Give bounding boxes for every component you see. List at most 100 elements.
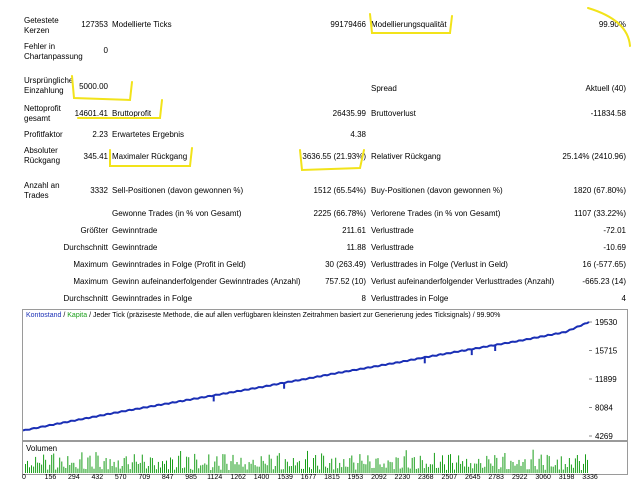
volume-bar xyxy=(137,464,139,473)
volume-bar xyxy=(405,450,407,473)
volume-bar xyxy=(391,462,393,473)
legend-description: / Jeder Tick (präziseste Methode, die au… xyxy=(87,312,501,319)
volume-bar xyxy=(528,469,530,473)
volume-bar xyxy=(518,459,520,473)
volume-bar xyxy=(335,457,337,473)
volume-bar xyxy=(474,463,476,473)
volume-bar xyxy=(359,454,361,473)
volume-bar xyxy=(53,453,55,473)
volume-bar xyxy=(206,464,208,473)
volume-bar xyxy=(55,469,57,473)
volume-bar xyxy=(383,463,385,473)
volume-bar xyxy=(498,469,500,473)
volume-bar xyxy=(329,463,331,473)
volume-bar xyxy=(63,466,65,473)
volume-bar xyxy=(252,459,254,473)
volume-bar xyxy=(313,458,314,473)
volume-bar xyxy=(262,460,264,473)
volume-bar xyxy=(210,470,212,473)
volume-bar xyxy=(286,461,288,473)
volume-bar xyxy=(190,468,192,473)
volume-bar xyxy=(347,466,349,473)
volume-bar xyxy=(389,461,391,473)
volume-bar xyxy=(385,467,387,473)
volume-label: Volumen xyxy=(26,444,58,453)
volume-bar xyxy=(81,452,83,473)
volume-bar xyxy=(284,459,286,473)
volume-bar xyxy=(139,462,141,473)
volume-bar xyxy=(27,460,28,473)
volume-bar xyxy=(174,469,176,473)
volume-bar xyxy=(93,468,95,473)
volume-bar xyxy=(49,464,51,473)
volume-bar xyxy=(107,469,109,473)
volume-bar xyxy=(117,460,119,473)
y-tick-label: 4269 xyxy=(595,432,613,440)
chart-plot: 19530 15715 11899 8084 4269 xyxy=(22,318,618,441)
volume-bar xyxy=(423,468,425,473)
volume-bar xyxy=(452,462,453,473)
volume-bar xyxy=(462,461,464,473)
volume-bar xyxy=(264,463,266,473)
volume-bar xyxy=(246,469,248,473)
volume-bar xyxy=(129,469,131,473)
volume-bar xyxy=(131,462,133,473)
volume-bar xyxy=(200,465,202,473)
volume-bar xyxy=(367,455,369,473)
volume-bar xyxy=(31,465,32,473)
volume-bar xyxy=(448,454,449,473)
volume-bar xyxy=(570,464,572,473)
volume-bar xyxy=(327,467,329,473)
highlight-modelling-quality xyxy=(369,13,453,34)
volume-bar xyxy=(550,466,552,473)
volume-bar xyxy=(266,465,268,473)
volume-bar xyxy=(429,464,431,473)
volume-bar xyxy=(151,458,153,473)
volume-bar xyxy=(123,458,125,473)
volume-bar xyxy=(431,464,433,473)
volume-bar xyxy=(67,456,69,473)
volume-bar xyxy=(133,454,135,473)
volume-bar xyxy=(476,463,478,473)
volume-bar xyxy=(458,455,460,473)
volume-bar xyxy=(47,469,49,473)
volume-bar xyxy=(532,449,534,473)
volume-bar xyxy=(170,457,171,473)
volume-bar xyxy=(564,464,566,473)
volume-bar xyxy=(536,469,538,473)
volume-bar xyxy=(172,459,173,473)
volume-bar xyxy=(33,466,35,473)
x-axis: 0 156 294 432 570 709 847 985 1124 1262 1400 1539 16… xyxy=(22,474,626,482)
volume-bar xyxy=(435,468,437,473)
volume-bar xyxy=(393,469,395,473)
volume-bar xyxy=(97,455,99,473)
volume-bar xyxy=(542,465,544,473)
volume-bar xyxy=(311,469,312,473)
volume-bar xyxy=(305,459,306,473)
volume-bar xyxy=(454,469,455,473)
volume-bar xyxy=(415,468,417,473)
volume-bar xyxy=(548,456,550,473)
volume-bar xyxy=(194,453,196,473)
volume-bar xyxy=(238,464,240,473)
volume-bar xyxy=(228,470,230,473)
volume-bar xyxy=(566,467,568,473)
volume-bar xyxy=(530,459,532,473)
volume-bar xyxy=(439,461,441,473)
volume-bar xyxy=(89,455,91,473)
volume-bar xyxy=(409,468,411,473)
volume-bar xyxy=(125,456,127,473)
volume-bar xyxy=(164,463,165,473)
volume-bar xyxy=(355,469,357,473)
volume-bar xyxy=(411,457,413,473)
volume-bar xyxy=(51,454,53,473)
volume-bar xyxy=(121,466,123,473)
volume-bar xyxy=(574,458,576,473)
volume-bar xyxy=(425,463,427,473)
volume-bar xyxy=(516,464,518,473)
volume-bar xyxy=(478,458,480,473)
volume-bar xyxy=(95,452,97,473)
volume-bar xyxy=(160,467,161,473)
volume-bar xyxy=(387,460,389,473)
balance-chart: Kontostand / Kapita / Jeder Tick (präzis… xyxy=(22,309,628,441)
